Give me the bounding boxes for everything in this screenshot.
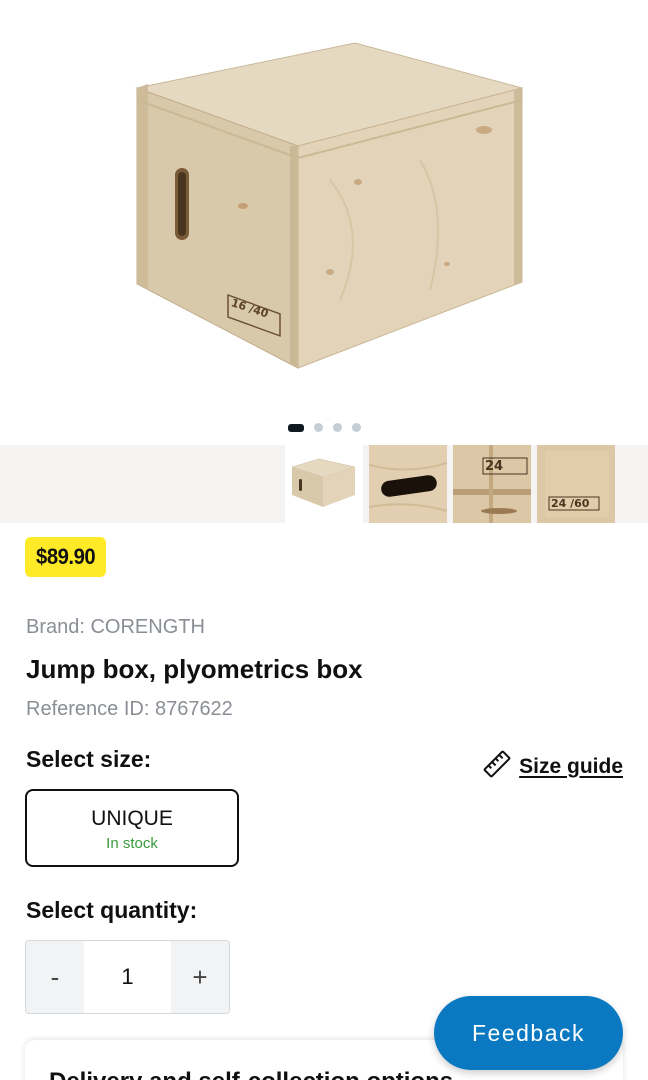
quantity-stepper: - 1 + xyxy=(25,940,230,1014)
quantity-value[interactable]: 1 xyxy=(84,941,171,1013)
increase-quantity-button[interactable]: + xyxy=(171,941,229,1013)
size-guide-link[interactable]: Size guide xyxy=(483,750,623,783)
price-badge: $89.90 xyxy=(25,537,107,577)
thumbnail-handle[interactable] xyxy=(369,445,447,523)
size-option-name: UNIQUE xyxy=(91,807,173,830)
select-size-label: Select size: xyxy=(26,746,152,772)
brand-label[interactable]: Brand: CORENGTH xyxy=(26,616,205,639)
carousel-dot-2[interactable] xyxy=(313,423,323,432)
delivery-heading: Delivery and self-collection options xyxy=(49,1068,453,1080)
carousel-dot-1[interactable] xyxy=(287,423,304,432)
decrease-quantity-button[interactable]: - xyxy=(26,941,84,1013)
size-option-unique[interactable]: UNIQUE In stock xyxy=(25,789,239,867)
carousel-dot-3[interactable] xyxy=(332,423,342,432)
svg-text:24 /60: 24 /60 xyxy=(551,497,590,510)
ruler-icon xyxy=(483,750,511,783)
product-main-image[interactable]: 16 /40 xyxy=(0,0,648,445)
carousel-dots xyxy=(0,423,648,432)
svg-text:24: 24 xyxy=(485,459,503,474)
size-guide-label: Size guide xyxy=(519,754,623,778)
stock-status: In stock xyxy=(106,835,158,852)
feedback-button[interactable]: Feedback xyxy=(434,996,623,1070)
select-quantity-label: Select quantity: xyxy=(26,897,198,923)
thumbnail-box[interactable] xyxy=(285,445,363,523)
thumbnail-label-24[interactable]: 24 xyxy=(453,445,531,523)
product-title: Jump box, plyometrics box xyxy=(26,654,363,684)
carousel-dot-4[interactable] xyxy=(351,423,361,432)
thumbnail-label-24-60[interactable]: 24 /60 xyxy=(537,445,615,523)
reference-id: Reference ID: 8767622 xyxy=(26,698,233,720)
thumbnail-strip: 24 24 /60 xyxy=(0,445,648,523)
